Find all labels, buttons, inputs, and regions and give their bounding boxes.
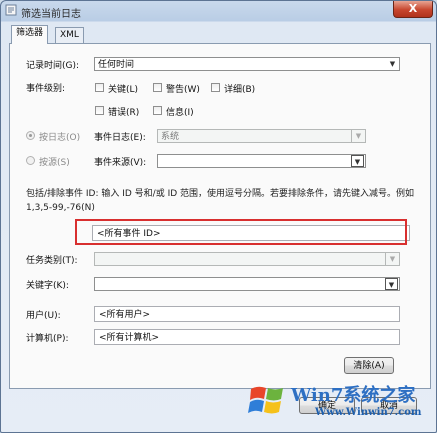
logged-label: 记录时间(G): [26, 61, 80, 71]
watermark: Win7系统之家 Www.Winwin7.com [247, 377, 436, 432]
event-id-description: 包括/排除事件 ID: 输入 ID 号和/或 ID 范围，使用逗号分隔。若要排除… [26, 189, 415, 213]
user-label: 用户(U): [26, 311, 61, 321]
tab-xml[interactable]: XML [55, 27, 84, 43]
event-logs-select[interactable]: 系统 ▼ [157, 129, 366, 143]
critical-label: 关键(L) [108, 85, 139, 95]
info-checkbox[interactable] [153, 106, 162, 115]
chevron-down-icon: ▼ [351, 155, 364, 167]
event-sources-label: 事件来源(V): [94, 158, 147, 168]
logged-select[interactable]: 任何时间 ▼ [94, 57, 400, 71]
warning-checkbox[interactable] [153, 83, 162, 92]
event-sources-select[interactable]: ▼ [157, 154, 366, 168]
critical-checkbox[interactable] [95, 83, 104, 92]
title-bar[interactable]: 筛选当前日志 X [1, 1, 436, 21]
error-label: 错误(R) [108, 108, 140, 118]
verbose-checkbox[interactable] [211, 83, 220, 92]
clear-button[interactable]: 清除(A) [344, 357, 394, 374]
computer-label: 计算机(P): [26, 334, 69, 344]
by-source-label: 按源(S) [39, 158, 70, 168]
filter-panel: 记录时间(G): 任何时间 ▼ 事件级别: 关键(L) 警告(W) 详细(B) … [9, 43, 431, 389]
event-logs-label: 事件日志(E): [94, 133, 146, 143]
computer-input[interactable]: <所有计算机> [94, 329, 400, 345]
chevron-down-icon: ▼ [385, 278, 398, 290]
info-label: 信息(I) [166, 108, 194, 118]
window-title: 筛选当前日志 [21, 9, 81, 20]
filter-dialog: 筛选当前日志 X 筛选器 XML 记录时间(G): 任何时间 ▼ 事件级别: 关… [0, 0, 437, 433]
event-logs-value: 系统 [161, 132, 180, 142]
error-checkbox[interactable] [95, 106, 104, 115]
logged-value: 任何时间 [98, 60, 135, 70]
event-level-label: 事件级别: [26, 84, 66, 94]
chevron-down-icon: ▼ [385, 253, 399, 265]
verbose-label: 详细(B) [224, 85, 256, 95]
chevron-down-icon: ▼ [389, 60, 396, 68]
windows-logo-icon [248, 386, 283, 414]
close-icon: X [408, 2, 418, 15]
by-source-radio[interactable] [26, 156, 35, 165]
keywords-label: 关键字(K): [26, 281, 69, 291]
by-log-label: 按日志(O) [39, 133, 81, 143]
event-log-icon [5, 4, 17, 16]
event-id-highlight [75, 219, 407, 245]
keywords-select[interactable]: ▼ [94, 277, 400, 291]
close-button[interactable]: X [393, 1, 433, 18]
task-category-select[interactable]: ▼ [94, 252, 400, 266]
task-category-label: 任务类别(T): [26, 256, 78, 266]
user-input[interactable]: <所有用户> [94, 306, 400, 322]
chevron-down-icon: ▼ [351, 130, 365, 142]
warning-label: 警告(W) [166, 85, 200, 95]
by-log-radio[interactable] [26, 131, 35, 140]
watermark-brand: Win7系统之家 [291, 385, 416, 406]
tab-filter[interactable]: 筛选器 [11, 25, 49, 44]
watermark-site: Www.Winwin7.com [315, 407, 422, 418]
